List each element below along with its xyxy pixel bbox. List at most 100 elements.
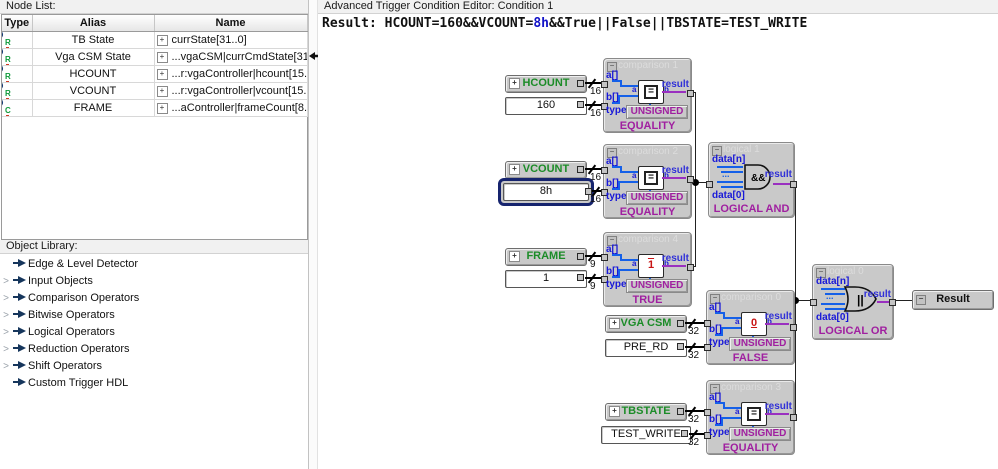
type-value[interactable]: UNSIGNED <box>626 279 688 293</box>
output-port[interactable] <box>577 274 584 281</box>
output-port[interactable] <box>577 166 584 173</box>
output-port[interactable] <box>577 253 584 260</box>
expand-icon[interactable]: + <box>609 318 620 329</box>
node-alias[interactable]: TB State <box>32 31 155 49</box>
library-item[interactable]: > Input Objects <box>0 273 307 290</box>
value-frame[interactable]: 1 <box>505 270 587 288</box>
comparison-block-1[interactable]: − comparison 1 a[] b[] = a b result type… <box>601 58 694 133</box>
result-node[interactable]: − Result <box>912 290 994 310</box>
expand-icon[interactable]: + <box>156 51 168 63</box>
input-port-a[interactable] <box>601 254 608 261</box>
expand-icon[interactable]: + <box>509 251 520 262</box>
type-value[interactable]: UNSIGNED <box>729 427 791 441</box>
library-item[interactable]: Edge & Level Detector <box>0 256 307 273</box>
node-name[interactable]: +...vgaCSM|currCmdState[31..0] <box>154 48 308 66</box>
output-port[interactable] <box>577 80 584 87</box>
block-title: comparison 1 <box>618 60 679 71</box>
result-port[interactable] <box>889 299 896 306</box>
icon-label-a: a <box>632 85 637 94</box>
node-alias[interactable]: FRAME <box>32 99 155 117</box>
expand-icon[interactable]: + <box>156 68 168 80</box>
chevron-right-icon[interactable]: > <box>0 341 12 358</box>
library-item[interactable]: > Shift Operators <box>0 358 307 375</box>
node-list-table[interactable]: Type Alias Name R TB State + currState[31… <box>1 14 308 240</box>
output-port[interactable] <box>677 320 684 327</box>
expand-icon[interactable]: + <box>609 406 620 417</box>
library-item[interactable]: > Bitwise Operators <box>0 307 307 324</box>
table-row[interactable]: R HCOUNT + ...r:vgaController|hcount[15..… <box>2 65 308 83</box>
expand-icon[interactable]: + <box>509 164 520 175</box>
node-frame[interactable]: + FRAME <box>505 248 587 266</box>
table-row[interactable]: C FRAME + ...aController|frameCount[8..0] <box>2 99 308 117</box>
logical-or-block[interactable]: − logical 0 data[n] data[0] ... || resul… <box>810 264 896 340</box>
result-port[interactable] <box>790 414 797 421</box>
input-port-a[interactable] <box>704 409 711 416</box>
table-row[interactable]: R VCOUNT + ...r:vgaController|vcount[15..… <box>2 82 308 100</box>
diagram-canvas[interactable]: + HCOUNT 160 + VCOUNT 8h + FRAME 1 + VGA CSM… <box>318 37 998 469</box>
comparison-block-4[interactable]: − comparison 4 a[] b[] 1 a b result type… <box>601 232 694 307</box>
value-vcount-selected[interactable]: 8h <box>498 178 594 206</box>
input-port-a[interactable] <box>704 320 711 327</box>
value-vcount[interactable]: 8h <box>503 183 589 201</box>
logical-and-block[interactable]: − logical 1 data[n] data[0] ... && resul… <box>706 142 797 218</box>
chevron-right-icon[interactable]: > <box>0 290 12 307</box>
wire <box>618 269 638 271</box>
chevron-right-icon[interactable]: > <box>0 273 12 290</box>
input-port-a[interactable] <box>601 167 608 174</box>
col-header-name[interactable]: Name <box>154 15 308 32</box>
comparison-block-0[interactable]: − comparison 0 a[] b[] 0 a b result type… <box>704 290 797 365</box>
col-header-alias[interactable]: Alias <box>32 15 155 32</box>
library-item[interactable]: Custom Trigger HDL <box>0 375 307 392</box>
input-port-a[interactable] <box>601 81 608 88</box>
node-vga-csm[interactable]: + VGA CSM <box>605 315 687 333</box>
type-value[interactable]: UNSIGNED <box>729 337 791 351</box>
type-value[interactable]: UNSIGNED <box>626 191 688 205</box>
node-name[interactable]: + ...r:vgaController|vcount[15..0] <box>154 82 308 100</box>
library-item[interactable]: > Reduction Operators <box>0 341 307 358</box>
bus-width: 16 <box>590 172 602 183</box>
input-port[interactable] <box>810 299 817 306</box>
result-port[interactable] <box>687 176 694 183</box>
chevron-right-icon[interactable]: > <box>0 307 12 324</box>
table-row[interactable]: R Vga CSM State + ...vgaCSM|currCmdState[… <box>2 48 308 66</box>
expand-icon[interactable]: + <box>156 85 168 97</box>
node-tbstate[interactable]: + TBSTATE <box>605 403 687 421</box>
expand-icon[interactable]: + <box>156 102 168 114</box>
wire <box>715 312 723 314</box>
expand-icon[interactable]: + <box>156 34 168 46</box>
panel-splitter[interactable] <box>309 0 318 469</box>
output-port[interactable] <box>677 343 684 350</box>
value-hcount[interactable]: 160 <box>505 97 587 115</box>
comparison-block-2[interactable]: − comparison 2 a[] b[] = a b result type… <box>601 144 694 219</box>
library-item[interactable]: > Comparison Operators <box>0 290 307 307</box>
node-alias[interactable]: Vga CSM State <box>32 48 155 66</box>
result-node-label: Result <box>936 293 970 305</box>
table-row[interactable]: R TB State + currState[31..0] <box>2 31 308 49</box>
result-port[interactable] <box>687 264 694 271</box>
node-name[interactable]: + ...aController|frameCount[8..0] <box>154 99 308 117</box>
node-name[interactable]: + currState[31..0] <box>154 31 308 49</box>
chevron-right-icon[interactable]: > <box>0 358 12 375</box>
input-port[interactable] <box>706 181 713 188</box>
output-port[interactable] <box>677 408 684 415</box>
result-port[interactable] <box>687 90 694 97</box>
port-label-result: result <box>764 169 792 180</box>
output-port[interactable] <box>681 430 688 437</box>
result-port[interactable] <box>790 181 797 188</box>
type-value[interactable]: UNSIGNED <box>626 105 688 119</box>
result-port[interactable] <box>790 324 797 331</box>
node-name[interactable]: + ...r:vgaController|hcount[15..0] <box>154 65 308 83</box>
comparison-block-3[interactable]: − comparison 3 a[] b[] = a b result type… <box>704 380 797 455</box>
node-alias[interactable]: VCOUNT <box>32 82 155 100</box>
node-alias[interactable]: HCOUNT <box>32 65 155 83</box>
value-tbstate[interactable]: TEST_WRITE <box>601 426 691 444</box>
output-port[interactable] <box>577 101 584 108</box>
chevron-right-icon[interactable]: > <box>0 324 12 341</box>
node-vcount[interactable]: + VCOUNT <box>505 161 587 179</box>
col-header-type[interactable]: Type <box>2 15 33 32</box>
node-hcount[interactable]: + HCOUNT <box>505 75 587 93</box>
value-vga-csm[interactable]: PRE_RD <box>605 339 687 357</box>
expand-icon[interactable]: + <box>509 78 520 89</box>
collapse-icon[interactable]: − <box>916 295 926 305</box>
library-item[interactable]: > Logical Operators <box>0 324 307 341</box>
